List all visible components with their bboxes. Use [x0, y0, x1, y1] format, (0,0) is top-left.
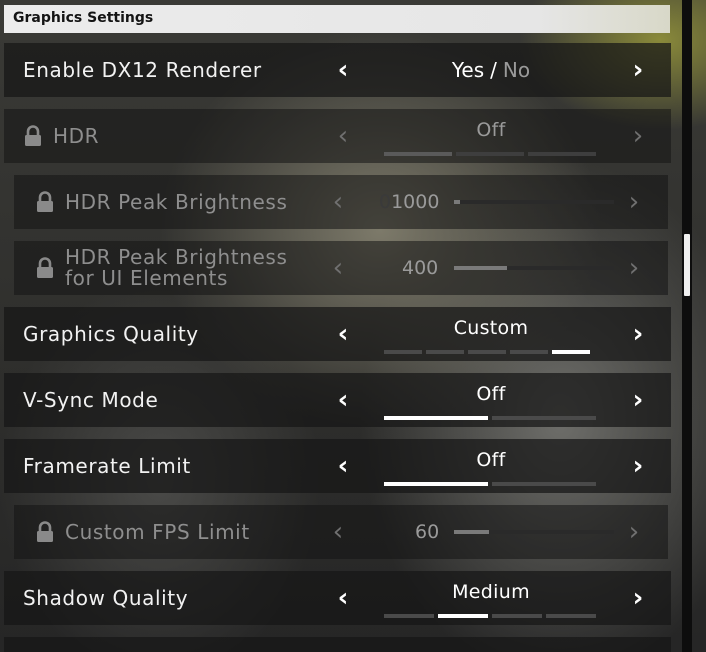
slider-fill	[454, 266, 507, 270]
segment	[510, 350, 548, 354]
segment	[456, 152, 524, 156]
label-line-2: for UI Elements	[65, 266, 228, 290]
setting-label: V-Sync Mode	[23, 388, 159, 412]
segment	[468, 350, 506, 354]
segment	[438, 614, 488, 618]
option-yes[interactable]: Yes	[452, 58, 484, 82]
chevron-left-icon: ‹	[332, 187, 344, 217]
segment	[546, 614, 596, 618]
chevron-right-icon[interactable]: ›	[626, 43, 650, 97]
option-segments	[384, 350, 590, 354]
chevron-left-icon[interactable]: ‹	[331, 43, 355, 97]
hdr-label: HDR	[53, 124, 100, 148]
chevron-right-icon[interactable]: ›	[626, 571, 650, 625]
setting-label: Framerate Limit	[23, 454, 191, 478]
segment	[384, 482, 488, 486]
setting-label: HDR Peak Brightness for UI Elements	[35, 241, 287, 295]
ghost-digit: 0	[379, 191, 392, 213]
lock-icon	[37, 191, 53, 212]
setting-row-custom-fps-limit: Custom FPS Limit ‹ 60 ›	[14, 505, 668, 559]
setting-label: Custom FPS Limit	[35, 505, 250, 559]
chevron-left-icon[interactable]: ‹	[331, 373, 355, 427]
slider-fill	[454, 530, 490, 534]
setting-row-framerate-limit[interactable]: Framerate Limit ‹ Off ›	[4, 439, 671, 493]
setting-value: 400	[402, 257, 439, 279]
segment	[492, 416, 596, 420]
setting-value: Medium	[452, 581, 530, 603]
option-segments	[384, 416, 596, 420]
segment	[384, 614, 434, 618]
chevron-left-icon: ‹	[332, 253, 344, 283]
segment	[552, 350, 590, 354]
setting-value: Off	[476, 119, 506, 141]
setting-label: HDR Peak Brightness	[35, 175, 287, 229]
custom-fps-label: Custom FPS Limit	[65, 520, 250, 544]
segment	[384, 350, 422, 354]
segment	[528, 152, 596, 156]
value-slider	[454, 266, 614, 270]
setting-row-vsync[interactable]: V-Sync Mode ‹ Off ›	[4, 373, 671, 427]
chevron-right-icon[interactable]: ›	[626, 373, 650, 427]
setting-label: Enable DX12 Renderer	[23, 58, 262, 82]
setting-value: Custom	[453, 317, 529, 339]
setting-row-hdr: HDR ‹ Off ›	[4, 109, 671, 163]
setting-value: 0 1000	[379, 175, 439, 229]
segment	[492, 482, 596, 486]
lock-icon	[37, 257, 53, 278]
chevron-right-icon[interactable]: ›	[626, 439, 650, 493]
setting-value: Off	[476, 449, 506, 471]
setting-row-shadow-quality[interactable]: Shadow Quality ‹ Medium ›	[4, 571, 671, 625]
lock-icon	[25, 125, 41, 146]
option-no[interactable]: No	[503, 58, 530, 82]
value-slider	[454, 200, 614, 204]
segment	[384, 152, 452, 156]
setting-value: 60	[415, 521, 440, 543]
setting-value: Off	[476, 383, 506, 405]
chevron-left-icon[interactable]: ‹	[331, 571, 355, 625]
setting-row-hdr-peak-brightness-ui: HDR Peak Brightness for UI Elements ‹ 400…	[14, 241, 668, 295]
chevron-left-icon: ‹	[337, 121, 349, 151]
option-segments	[384, 614, 596, 618]
panel-header: Graphics Settings	[4, 5, 670, 33]
scrollbar-track[interactable]	[682, 0, 692, 652]
segment	[492, 614, 542, 618]
scrollbar-thumb[interactable]	[684, 234, 690, 296]
chevron-right-icon: ›	[632, 121, 644, 151]
row-background	[4, 637, 671, 652]
lock-icon	[37, 521, 53, 542]
chevron-right-icon: ›	[628, 517, 640, 547]
setting-row-graphics-quality[interactable]: Graphics Quality ‹ Custom ›	[4, 307, 671, 361]
label-text: HDR Peak Brightness for UI Elements	[65, 247, 287, 289]
setting-row-hdr-peak-brightness: HDR Peak Brightness ‹ 0 1000 ›	[14, 175, 668, 229]
chevron-left-icon[interactable]: ‹	[331, 307, 355, 361]
setting-label: Shadow Quality	[23, 586, 189, 610]
chevron-left-icon[interactable]: ‹	[331, 439, 355, 493]
segment	[426, 350, 464, 354]
setting-row-dx12[interactable]: Enable DX12 Renderer ‹ Yes / No ›	[4, 43, 671, 97]
value-number: 1000	[391, 191, 440, 213]
chevron-right-icon: ›	[628, 187, 640, 217]
chevron-right-icon: ›	[628, 253, 640, 283]
slider-fill	[454, 200, 461, 204]
hdr-peak-label: HDR Peak Brightness	[65, 190, 288, 214]
chevron-left-icon: ‹	[332, 517, 344, 547]
setting-row-next-partial[interactable]	[4, 637, 671, 652]
yes-no-toggle[interactable]: Yes / No	[384, 58, 598, 82]
option-segments	[384, 152, 596, 156]
option-separator: /	[490, 58, 497, 82]
option-segments	[384, 482, 596, 486]
segment	[384, 416, 488, 420]
value-slider	[454, 530, 614, 534]
panel-title: Graphics Settings	[13, 10, 154, 26]
setting-label: Graphics Quality	[23, 322, 199, 346]
chevron-right-icon[interactable]: ›	[626, 307, 650, 361]
setting-label: HDR	[23, 109, 99, 163]
